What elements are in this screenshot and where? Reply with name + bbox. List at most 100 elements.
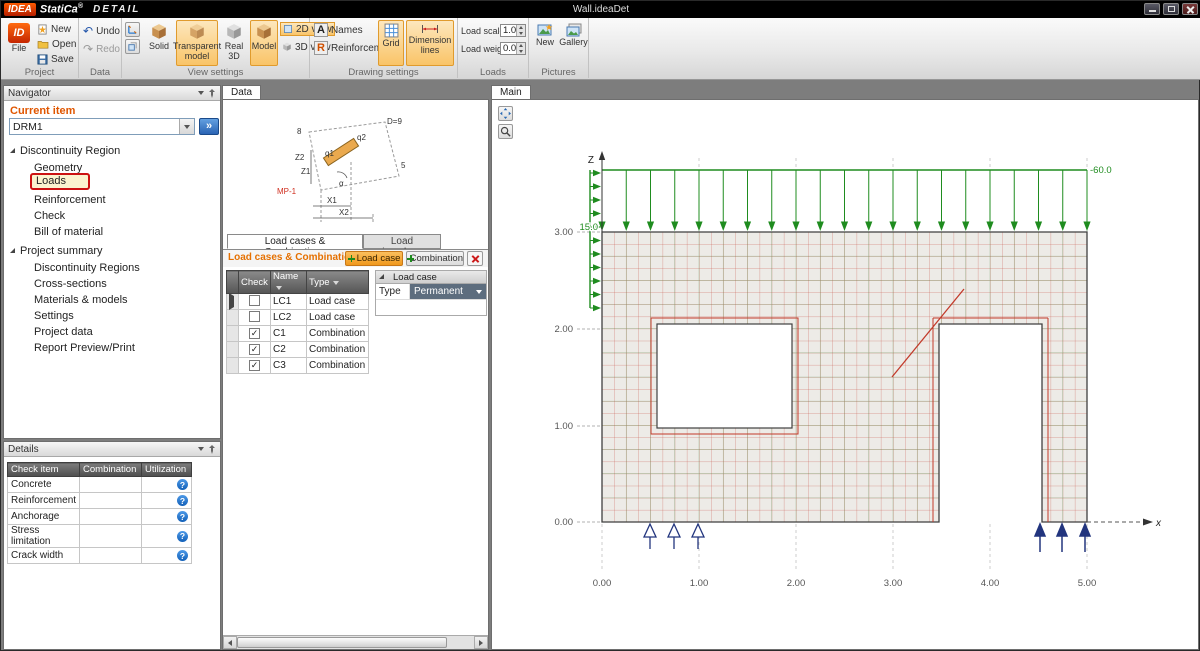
tab-load-cases-combinations[interactable]: Load cases & Combinations (227, 234, 363, 249)
help-icon[interactable]: ? (177, 495, 188, 506)
view-tool-button-1[interactable] (125, 22, 140, 37)
load-cases-section-title: Load cases & Combinations (228, 252, 362, 263)
window-opening[interactable] (657, 324, 792, 428)
add-combination-button[interactable]: Combination (406, 251, 464, 266)
check-checkbox[interactable] (249, 311, 260, 322)
solid-button[interactable]: Solid (144, 20, 174, 66)
load-case-row[interactable]: LC1Load case (227, 294, 369, 310)
save-button[interactable]: Save (37, 52, 74, 66)
load-scale-input[interactable]: 1.0 (500, 24, 526, 37)
tab-load-impulses[interactable]: Load impulses (363, 234, 441, 249)
dimension-lines-icon (421, 23, 439, 35)
model-button[interactable]: Model (250, 20, 278, 66)
names-toggle[interactable]: A Names (314, 23, 363, 37)
magnifier-icon (500, 126, 511, 137)
pin-icon[interactable] (208, 445, 216, 454)
z-axis (599, 151, 605, 232)
add-load-case-button[interactable]: Load case (345, 251, 403, 266)
grid-toggle[interactable]: Grid (378, 20, 404, 66)
sidebar-item-bill-of-material[interactable]: Bill of material (34, 226, 103, 238)
current-item-combobox[interactable]: DRM1 (9, 118, 195, 135)
open-button[interactable]: Open (37, 37, 76, 51)
sidebar-item-check[interactable]: Check (34, 210, 65, 222)
sidebar-item-reinforcement[interactable]: Reinforcement (34, 194, 106, 206)
sidebar-item-report-preview-print[interactable]: Report Preview/Print (34, 342, 135, 354)
save-icon (37, 54, 48, 65)
go-to-item-button[interactable]: » (199, 118, 219, 135)
load-case-row[interactable]: LC2Load case (227, 310, 369, 326)
undo-button[interactable]: ↶ Undo (83, 24, 120, 38)
combo-dropdown-icon[interactable] (179, 119, 194, 134)
new-project-button[interactable]: New (37, 22, 71, 36)
sidebar-item-project-data[interactable]: Project data (34, 326, 93, 338)
details-table: Check item Combination Utilization Concr… (7, 462, 192, 564)
fit-view-button[interactable] (498, 106, 513, 121)
tab-data[interactable]: Data (222, 85, 261, 100)
minimize-button[interactable] (1144, 3, 1160, 15)
sidebar-item-materials-models[interactable]: Materials & models (34, 294, 128, 306)
maximize-button[interactable] (1163, 3, 1179, 15)
new-picture-icon (537, 23, 553, 37)
expander-icon[interactable] (10, 148, 15, 153)
sidebar-item-settings[interactable]: Settings (34, 310, 74, 322)
scroll-right-button[interactable] (474, 636, 488, 649)
sidebar-item-cross-sections[interactable]: Cross-sections (34, 278, 107, 290)
help-icon[interactable]: ? (177, 511, 188, 522)
panel-menu-icon[interactable] (198, 447, 204, 451)
redo-button[interactable]: ↷ Redo (83, 42, 120, 56)
sidebar-item-discontinuity-regions[interactable]: Discontinuity Regions (34, 262, 140, 274)
pin-icon[interactable] (208, 89, 216, 98)
panel-menu-icon[interactable] (198, 91, 204, 95)
close-button[interactable] (1182, 3, 1198, 15)
svg-text:4.00: 4.00 (981, 578, 1000, 589)
top-distributed-load[interactable] (598, 170, 1090, 231)
filter-icon[interactable] (276, 286, 282, 290)
minimize-icon (1149, 10, 1156, 12)
load-weight-spinner[interactable] (516, 43, 525, 54)
group-label-pictures: Pictures (529, 67, 588, 78)
zoom-button[interactable] (498, 124, 513, 139)
x-axis (1087, 519, 1153, 526)
scrollbar-thumb[interactable] (237, 637, 447, 648)
supports-left[interactable] (644, 524, 704, 549)
maximize-icon (1168, 6, 1175, 12)
load-case-row[interactable]: ✓C3Combination (227, 358, 369, 374)
real-3d-button[interactable]: Real 3D (220, 20, 248, 66)
check-checkbox[interactable]: ✓ (249, 344, 260, 355)
horizontal-scrollbar[interactable] (223, 635, 488, 649)
transparent-model-button[interactable]: Transparent model (176, 20, 218, 66)
load-case-row[interactable]: ✓C2Combination (227, 342, 369, 358)
type-select[interactable]: Permanent (410, 284, 486, 299)
load-case-row[interactable]: ✓C1Combination (227, 326, 369, 342)
file-button[interactable]: ID File (5, 20, 33, 66)
gallery-icon (566, 23, 582, 37)
filter-icon[interactable] (333, 281, 339, 285)
mp-label: MP-1 (277, 187, 297, 196)
svg-text:8: 8 (297, 127, 302, 136)
left-distributed-load[interactable] (590, 170, 601, 311)
tab-main[interactable]: Main (491, 85, 531, 100)
dimension-lines-toggle[interactable]: Dimension lines (406, 20, 454, 66)
scroll-left-button[interactable] (223, 636, 237, 649)
transparent-cube-icon (188, 23, 206, 41)
check-checkbox[interactable]: ✓ (249, 328, 260, 339)
tree-section-project-summary[interactable]: Project summary (10, 245, 103, 257)
expander-icon[interactable] (10, 248, 15, 253)
check-checkbox[interactable]: ✓ (249, 360, 260, 371)
help-icon[interactable]: ? (177, 531, 188, 542)
load-scale-spinner[interactable] (516, 25, 525, 36)
help-icon[interactable]: ? (177, 550, 188, 561)
check-checkbox[interactable] (249, 295, 260, 306)
gallery-button[interactable]: Gallery (560, 20, 587, 66)
svg-text:q1: q1 (325, 149, 334, 158)
delete-button[interactable] (467, 251, 483, 266)
new-picture-button[interactable]: New (532, 20, 558, 66)
help-icon[interactable]: ? (177, 479, 188, 490)
sidebar-item-loads[interactable]: Loads (30, 175, 90, 187)
view-tool-button-2[interactable] (125, 39, 140, 54)
supports-right[interactable] (1035, 524, 1090, 552)
properties-header[interactable]: Load case (376, 271, 486, 284)
door-opening[interactable] (939, 324, 1042, 522)
tree-section-discontinuity-region[interactable]: Discontinuity Region (10, 145, 120, 157)
load-weight-input[interactable]: 0.0 (500, 42, 526, 55)
